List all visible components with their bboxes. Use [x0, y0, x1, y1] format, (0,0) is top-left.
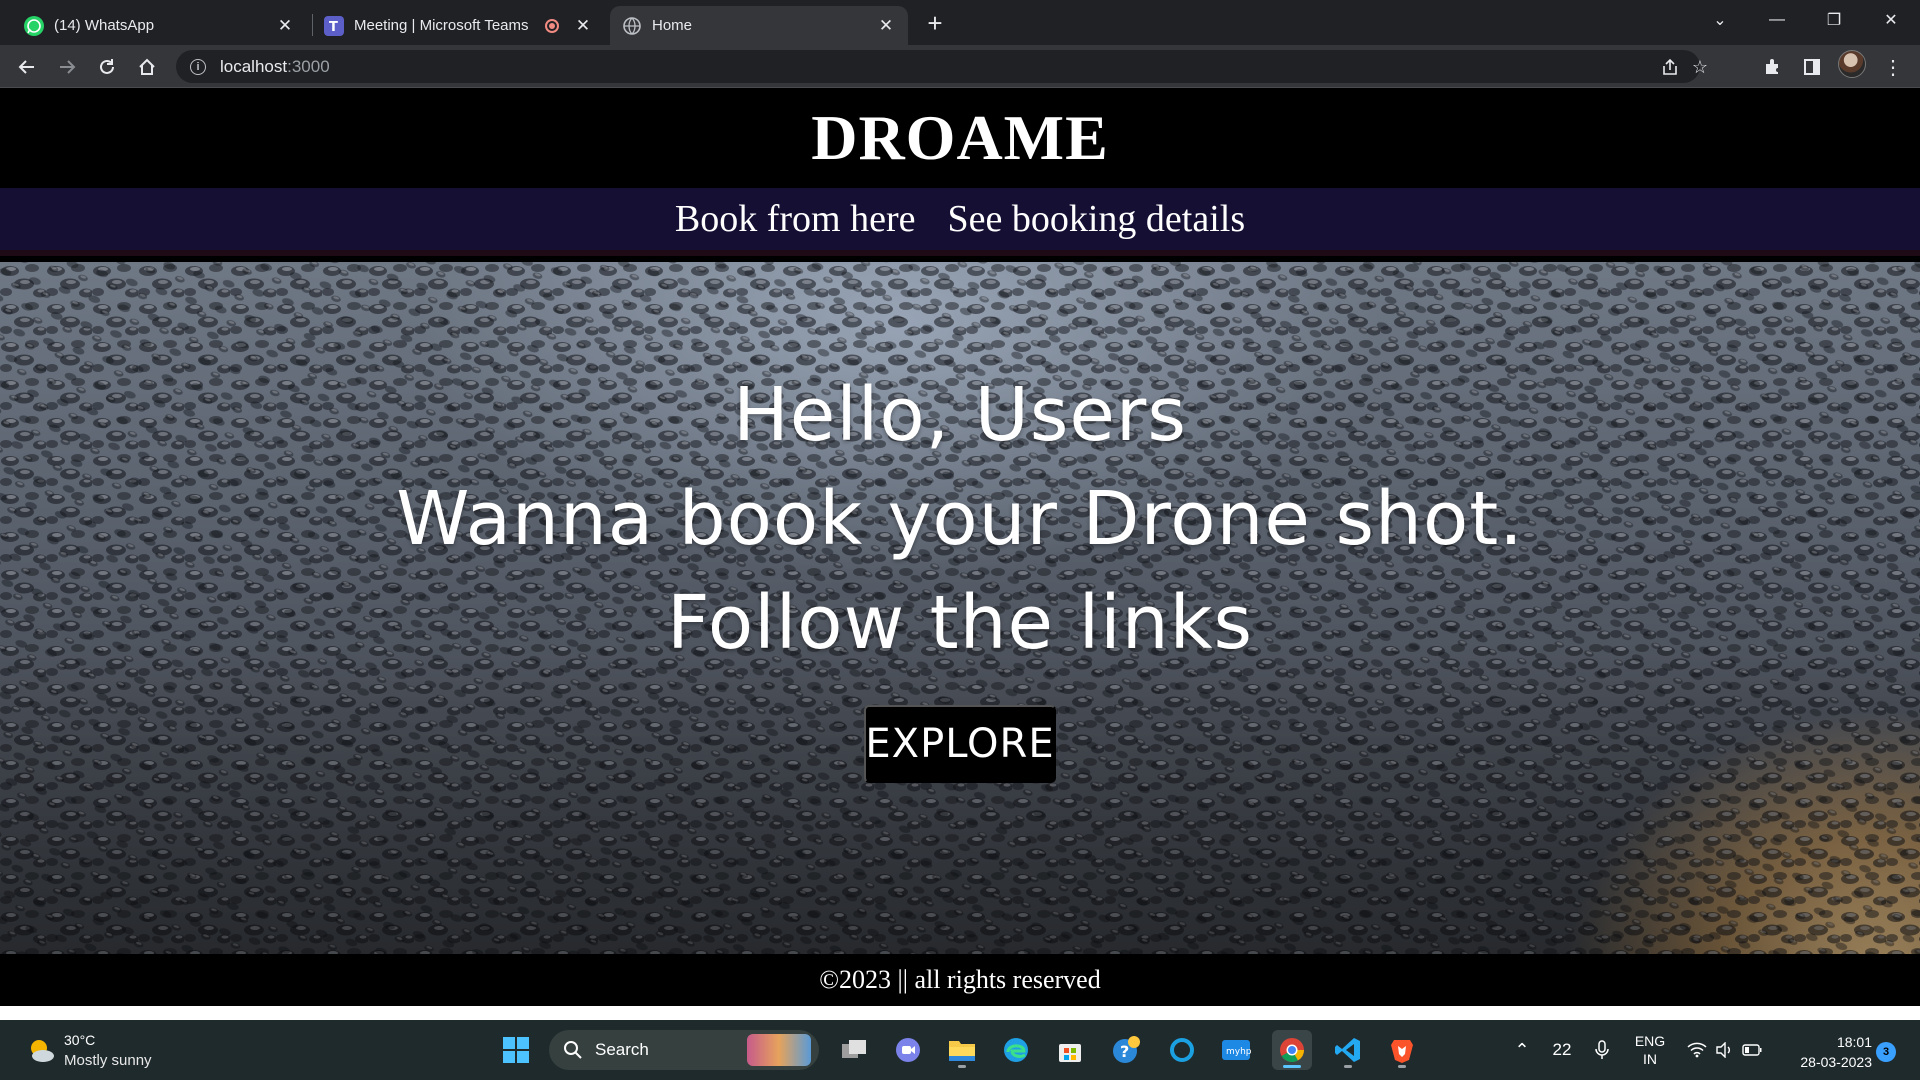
svg-text:myhp: myhp	[1226, 1047, 1251, 1057]
tab-home[interactable]: Home ✕	[610, 6, 908, 45]
battery-icon[interactable]	[1738, 1020, 1766, 1080]
vscode-button[interactable]	[1328, 1030, 1368, 1070]
system-clock[interactable]: 18:01 28-03-2023	[1782, 1032, 1872, 1072]
forward-button[interactable]	[50, 50, 84, 84]
task-view-icon	[842, 1040, 866, 1058]
help-app-button[interactable]: ?	[1106, 1030, 1146, 1070]
svg-text:?: ?	[1120, 1042, 1129, 1061]
show-hidden-icons-chevron-icon[interactable]: ⌃	[1508, 1020, 1536, 1080]
site-brand-title: DROAME	[811, 102, 1109, 173]
close-tab-icon[interactable]: ✕	[876, 16, 896, 36]
explore-button[interactable]: EXPLORE	[864, 705, 1056, 783]
edge-button[interactable]	[996, 1030, 1036, 1070]
wifi-icon[interactable]	[1684, 1020, 1710, 1080]
copyright-text: ©2023 || all rights reserved	[819, 965, 1101, 994]
running-indicator	[1344, 1065, 1352, 1068]
whatsapp-icon	[24, 15, 44, 36]
running-indicator	[1398, 1065, 1406, 1068]
back-button[interactable]	[10, 50, 44, 84]
active-indicator	[1283, 1065, 1301, 1068]
cortana-ring-icon	[1170, 1038, 1194, 1062]
input-language[interactable]: ENG IN	[1628, 1020, 1672, 1080]
profile-avatar[interactable]	[1838, 50, 1866, 78]
region-code: IN	[1643, 1051, 1657, 1067]
share-icon[interactable]	[1658, 55, 1682, 79]
windows-taskbar: 30°C Mostly sunny Search ? myhp ⌃ 22 ENG…	[0, 1020, 1920, 1080]
store-button[interactable]	[1050, 1030, 1090, 1070]
taskbar-search-label: Search	[595, 1040, 649, 1059]
volume-icon[interactable]	[1712, 1020, 1736, 1080]
new-tab-button[interactable]: +	[920, 8, 950, 38]
notification-badge[interactable]: 3	[1876, 1042, 1896, 1062]
restore-button[interactable]: ❐	[1809, 0, 1859, 40]
tab-whatsapp[interactable]: (14) WhatsApp ✕	[12, 6, 307, 45]
site-footer: ©2023 || all rights reserved	[0, 954, 1920, 1006]
tab-search-chevron-icon[interactable]: ⌄	[1695, 0, 1745, 40]
hp-app-button[interactable]: myhp	[1216, 1030, 1256, 1070]
reload-button[interactable]	[90, 50, 124, 84]
chrome-icon	[1280, 1038, 1304, 1063]
brave-button[interactable]	[1382, 1030, 1422, 1070]
windows-logo-icon	[503, 1037, 529, 1063]
browser-menu-icon[interactable]: ⋮	[1876, 50, 1910, 84]
browser-tab-strip: (14) WhatsApp ✕ T Meeting | Microsoft Te…	[0, 0, 1920, 45]
task-view-button[interactable]	[834, 1030, 874, 1070]
language-code: ENG	[1634, 1033, 1666, 1049]
minimize-button[interactable]: —	[1752, 0, 1802, 40]
home-button[interactable]	[130, 50, 164, 84]
myhp-icon: myhp	[1222, 1040, 1251, 1060]
tray-count[interactable]: 22	[1544, 1020, 1580, 1080]
address-bar[interactable]: i localhost:3000 ☆	[176, 50, 1708, 83]
search-highlight-icon	[747, 1034, 811, 1066]
running-indicator	[958, 1065, 966, 1068]
weather-description[interactable]: Mostly sunny	[64, 1052, 152, 1069]
start-button[interactable]	[496, 1030, 536, 1070]
store-icon	[1059, 1044, 1081, 1062]
brave-lion-icon	[1391, 1040, 1413, 1063]
tab-title: Meeting | Microsoft Teams	[354, 17, 529, 34]
close-window-button[interactable]: ✕	[1866, 0, 1916, 40]
site-navbar: Book from here See booking details	[0, 188, 1920, 256]
teams-chat-button[interactable]	[888, 1030, 928, 1070]
help-icon: ?	[1113, 1036, 1140, 1063]
clock-date: 28-03-2023	[1800, 1054, 1872, 1070]
tab-title: (14) WhatsApp	[54, 17, 155, 34]
globe-icon	[622, 16, 642, 36]
bookmark-star-icon[interactable]: ☆	[1688, 55, 1712, 79]
hero-greeting: Hello, Users	[733, 372, 1187, 458]
url-port: :3000	[287, 56, 330, 76]
microphone-icon[interactable]	[1588, 1020, 1616, 1080]
recording-indicator-icon	[545, 18, 559, 33]
video-chat-icon	[896, 1038, 920, 1062]
nav-link-book[interactable]: Book from here	[675, 197, 916, 241]
svg-text:T: T	[329, 20, 338, 35]
nav-link-booking-details[interactable]: See booking details	[947, 197, 1245, 241]
site-header: DROAME	[0, 88, 1920, 188]
chrome-button[interactable]	[1272, 1030, 1312, 1070]
tab-title: Home	[652, 17, 693, 34]
page-bottom-strip	[0, 1006, 1920, 1020]
side-panel-icon[interactable]	[1795, 50, 1829, 84]
sun-cloud-icon[interactable]	[26, 1036, 56, 1066]
close-tab-icon[interactable]: ✕	[573, 16, 593, 36]
url-host: localhost	[220, 56, 288, 76]
hero-instruction: Follow the links	[666, 580, 1254, 666]
taskbar-search[interactable]: Search	[549, 1030, 819, 1070]
site-info-icon[interactable]: i	[190, 58, 206, 75]
vscode-icon	[1335, 1038, 1360, 1062]
hero-section: Hello, Users Wanna book your Drone shot.…	[0, 262, 1920, 954]
hero-question: Wanna book your Drone shot.	[396, 476, 1524, 562]
folder-icon	[949, 1041, 975, 1061]
cortana-button[interactable]	[1162, 1030, 1202, 1070]
search-icon	[564, 1041, 582, 1059]
edge-icon	[1004, 1038, 1028, 1062]
extensions-icon[interactable]	[1755, 50, 1789, 84]
weather-temperature[interactable]: 30°C	[64, 1032, 95, 1048]
file-explorer-button[interactable]	[942, 1030, 982, 1070]
teams-icon: T	[324, 15, 344, 36]
tab-teams[interactable]: T Meeting | Microsoft Teams ✕	[312, 6, 605, 45]
clock-time: 18:01	[1836, 1034, 1872, 1050]
browser-toolbar: i localhost:3000 ☆ ⋮	[0, 45, 1920, 88]
close-tab-icon[interactable]: ✕	[275, 16, 295, 36]
